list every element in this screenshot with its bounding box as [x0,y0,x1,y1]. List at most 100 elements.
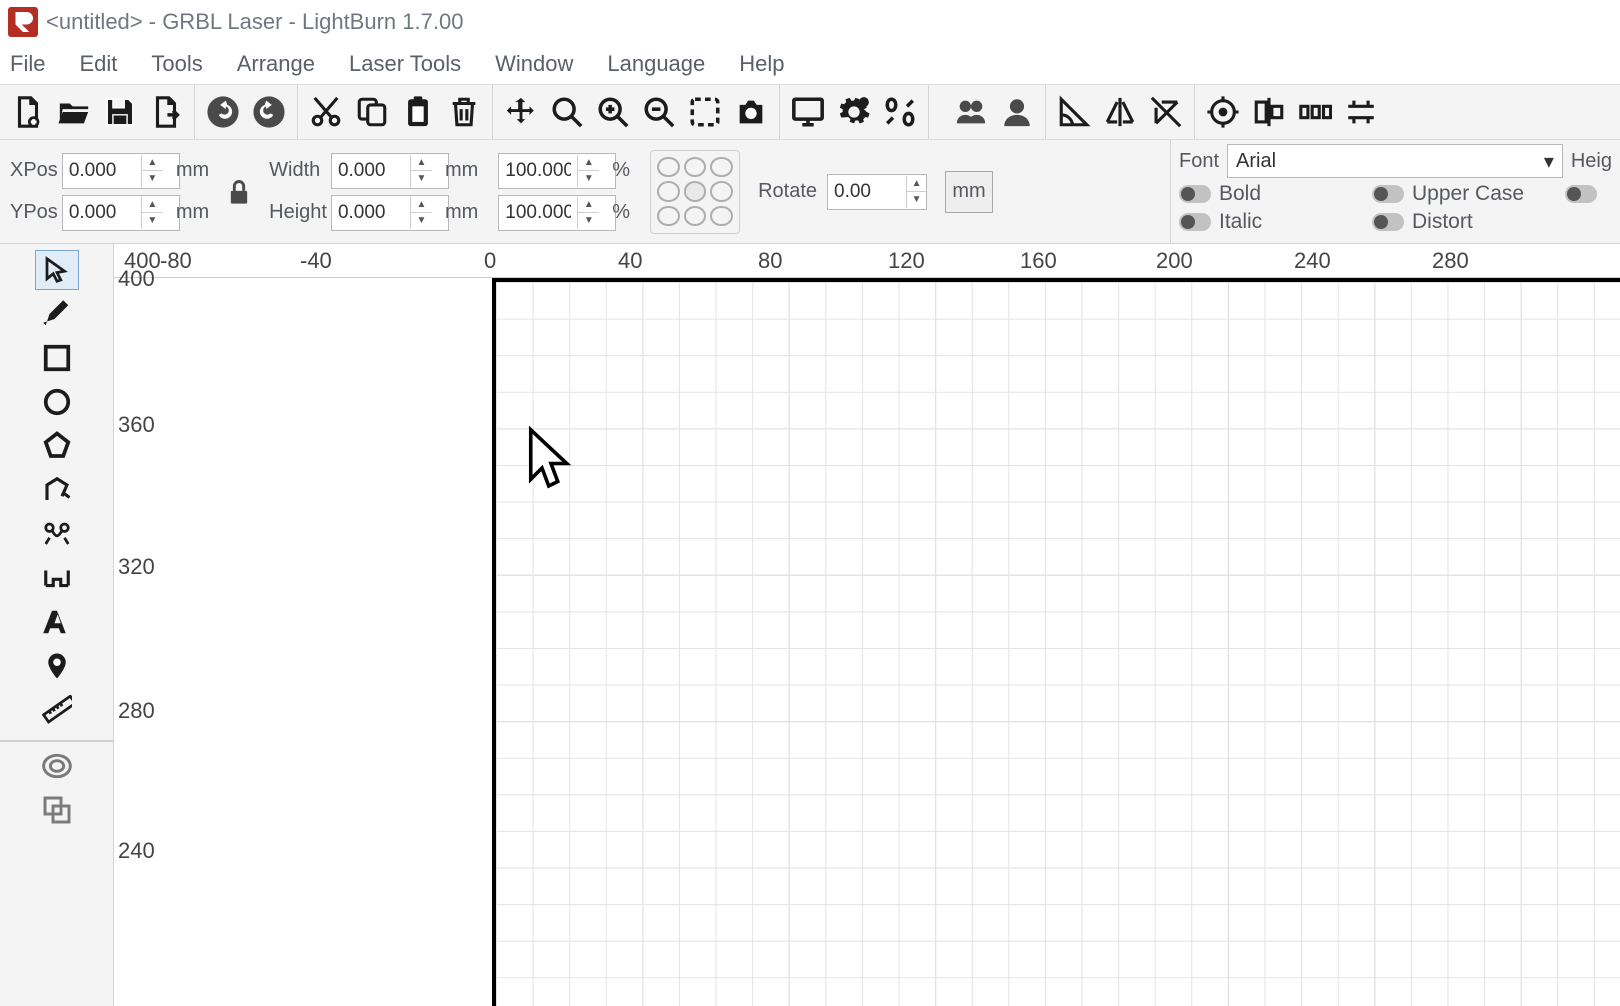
pan-icon[interactable] [501,92,541,132]
camera-icon[interactable] [731,92,771,132]
device-settings-icon[interactable] [880,92,920,132]
workspace: 400-80-4004080120160200240280 4003603202… [0,244,1620,1006]
menu-arrange[interactable]: Arrange [237,51,315,77]
ypos-input[interactable]: ▲▼ [62,195,180,231]
save-icon[interactable] [100,92,140,132]
text-tool-icon[interactable] [35,602,79,642]
boolean-ops-icon[interactable] [35,790,79,830]
measure-tool-icon[interactable] [35,690,79,730]
app-logo-icon [8,7,38,37]
redo-icon[interactable] [249,92,289,132]
ruler-tick: 240 [1294,248,1331,274]
position-laser-icon[interactable] [35,646,79,686]
ellipse-tool-icon[interactable] [35,382,79,422]
chevron-down-icon: ▾ [1544,149,1554,174]
menu-laser-tools[interactable]: Laser Tools [349,51,461,77]
menu-edit[interactable]: Edit [79,51,117,77]
distort-toggle[interactable] [1372,213,1404,231]
path-tool-icon[interactable] [35,470,79,510]
height-label: Height [269,201,327,224]
width-unit: mm [445,159,478,182]
zoom-out-icon[interactable] [639,92,679,132]
window-title: <untitled> - GRBL Laser - LightBurn 1.7.… [46,9,463,35]
menu-bar: File Edit Tools Arrange Laser Tools Wind… [0,44,1620,84]
height-unit: mm [445,201,478,224]
ruler-tick: 360 [118,412,155,438]
ruler-tick: -40 [300,248,332,274]
delete-icon[interactable] [444,92,484,132]
bold-label: Bold [1219,182,1261,206]
horizontal-ruler: 400-80-4004080120160200240280 [114,244,1620,278]
ypos-label: YPos [10,201,58,224]
polygon-tool-icon[interactable] [35,426,79,466]
frame-icon[interactable] [685,92,725,132]
new-file-icon[interactable] [8,92,48,132]
copy-icon[interactable] [352,92,392,132]
align-icon[interactable] [1249,92,1289,132]
zoom-in-icon[interactable] [593,92,633,132]
group-two-icon[interactable] [951,92,991,132]
font-height-label: Heig [1571,150,1612,173]
select-tool-icon[interactable] [35,250,79,290]
settings-gear-icon[interactable] [834,92,874,132]
scale-h-input[interactable]: ▲▼ [498,195,616,231]
arrange-icon[interactable] [1341,92,1381,132]
font-panel: Font Arial ▾ Heig Bold Upper Case Italic… [1170,140,1620,243]
measure-angle-icon[interactable] [1054,92,1094,132]
xpos-input[interactable]: ▲▼ [62,153,180,189]
ruler-tick: 400 [118,266,155,292]
ruler-tick: 0 [484,248,496,274]
main-toolbar [0,84,1620,140]
focus-target-icon[interactable] [1203,92,1243,132]
menu-file[interactable]: File [10,51,45,77]
width-input[interactable]: ▲▼ [331,153,449,189]
lock-aspect-icon[interactable] [219,172,259,212]
zoom-icon[interactable] [547,92,587,132]
extra-toggle[interactable] [1565,185,1597,203]
ruler-tick: 200 [1156,248,1193,274]
menu-help[interactable]: Help [739,51,784,77]
upper-case-label: Upper Case [1412,182,1524,206]
canvas[interactable]: 400-80-4004080120160200240280 4003603202… [114,244,1620,1006]
properties-bar: XPos ▲▼ mm YPos ▲▼ mm Width ▲▼ mm Height… [0,140,1620,244]
bold-toggle[interactable] [1179,185,1211,203]
mirror-h-icon[interactable] [1100,92,1140,132]
undo-icon[interactable] [203,92,243,132]
monitor-icon[interactable] [788,92,828,132]
rotate-input[interactable]: ▲▼ [827,174,927,210]
tool-rail [0,244,114,1006]
draw-line-tool-icon[interactable] [35,294,79,334]
upper-case-toggle[interactable] [1372,185,1404,203]
distribute-icon[interactable] [1295,92,1335,132]
units-button[interactable]: mm [945,171,993,213]
offset-shapes-icon[interactable] [35,746,79,786]
ruler-tick: 280 [118,698,155,724]
width-label: Width [269,159,327,182]
xpos-unit: mm [176,159,209,182]
font-label: Font [1179,150,1219,173]
open-file-icon[interactable] [54,92,94,132]
distort-label: Distort [1412,210,1473,234]
single-user-icon[interactable] [997,92,1037,132]
ruler-tick: 80 [758,248,782,274]
menu-tools[interactable]: Tools [151,51,202,77]
scale-w-input[interactable]: ▲▼ [498,153,616,189]
ruler-tick: 40 [618,248,642,274]
mirror-v-icon[interactable] [1146,92,1186,132]
height-input[interactable]: ▲▼ [331,195,449,231]
paste-icon[interactable] [398,92,438,132]
rectangle-tool-icon[interactable] [35,338,79,378]
italic-toggle[interactable] [1179,213,1211,231]
font-select[interactable]: Arial ▾ [1227,144,1563,178]
add-tabs-tool-icon[interactable] [35,558,79,598]
cut-icon[interactable] [306,92,346,132]
edit-nodes-tool-icon[interactable] [35,514,79,554]
ruler-tick: 240 [118,838,155,864]
anchor-grid[interactable] [650,150,740,234]
grid [496,282,1620,1006]
ruler-tick: 280 [1432,248,1469,274]
menu-window[interactable]: Window [495,51,573,77]
export-icon[interactable] [146,92,186,132]
scale-w-unit: % [612,159,630,182]
menu-language[interactable]: Language [607,51,705,77]
